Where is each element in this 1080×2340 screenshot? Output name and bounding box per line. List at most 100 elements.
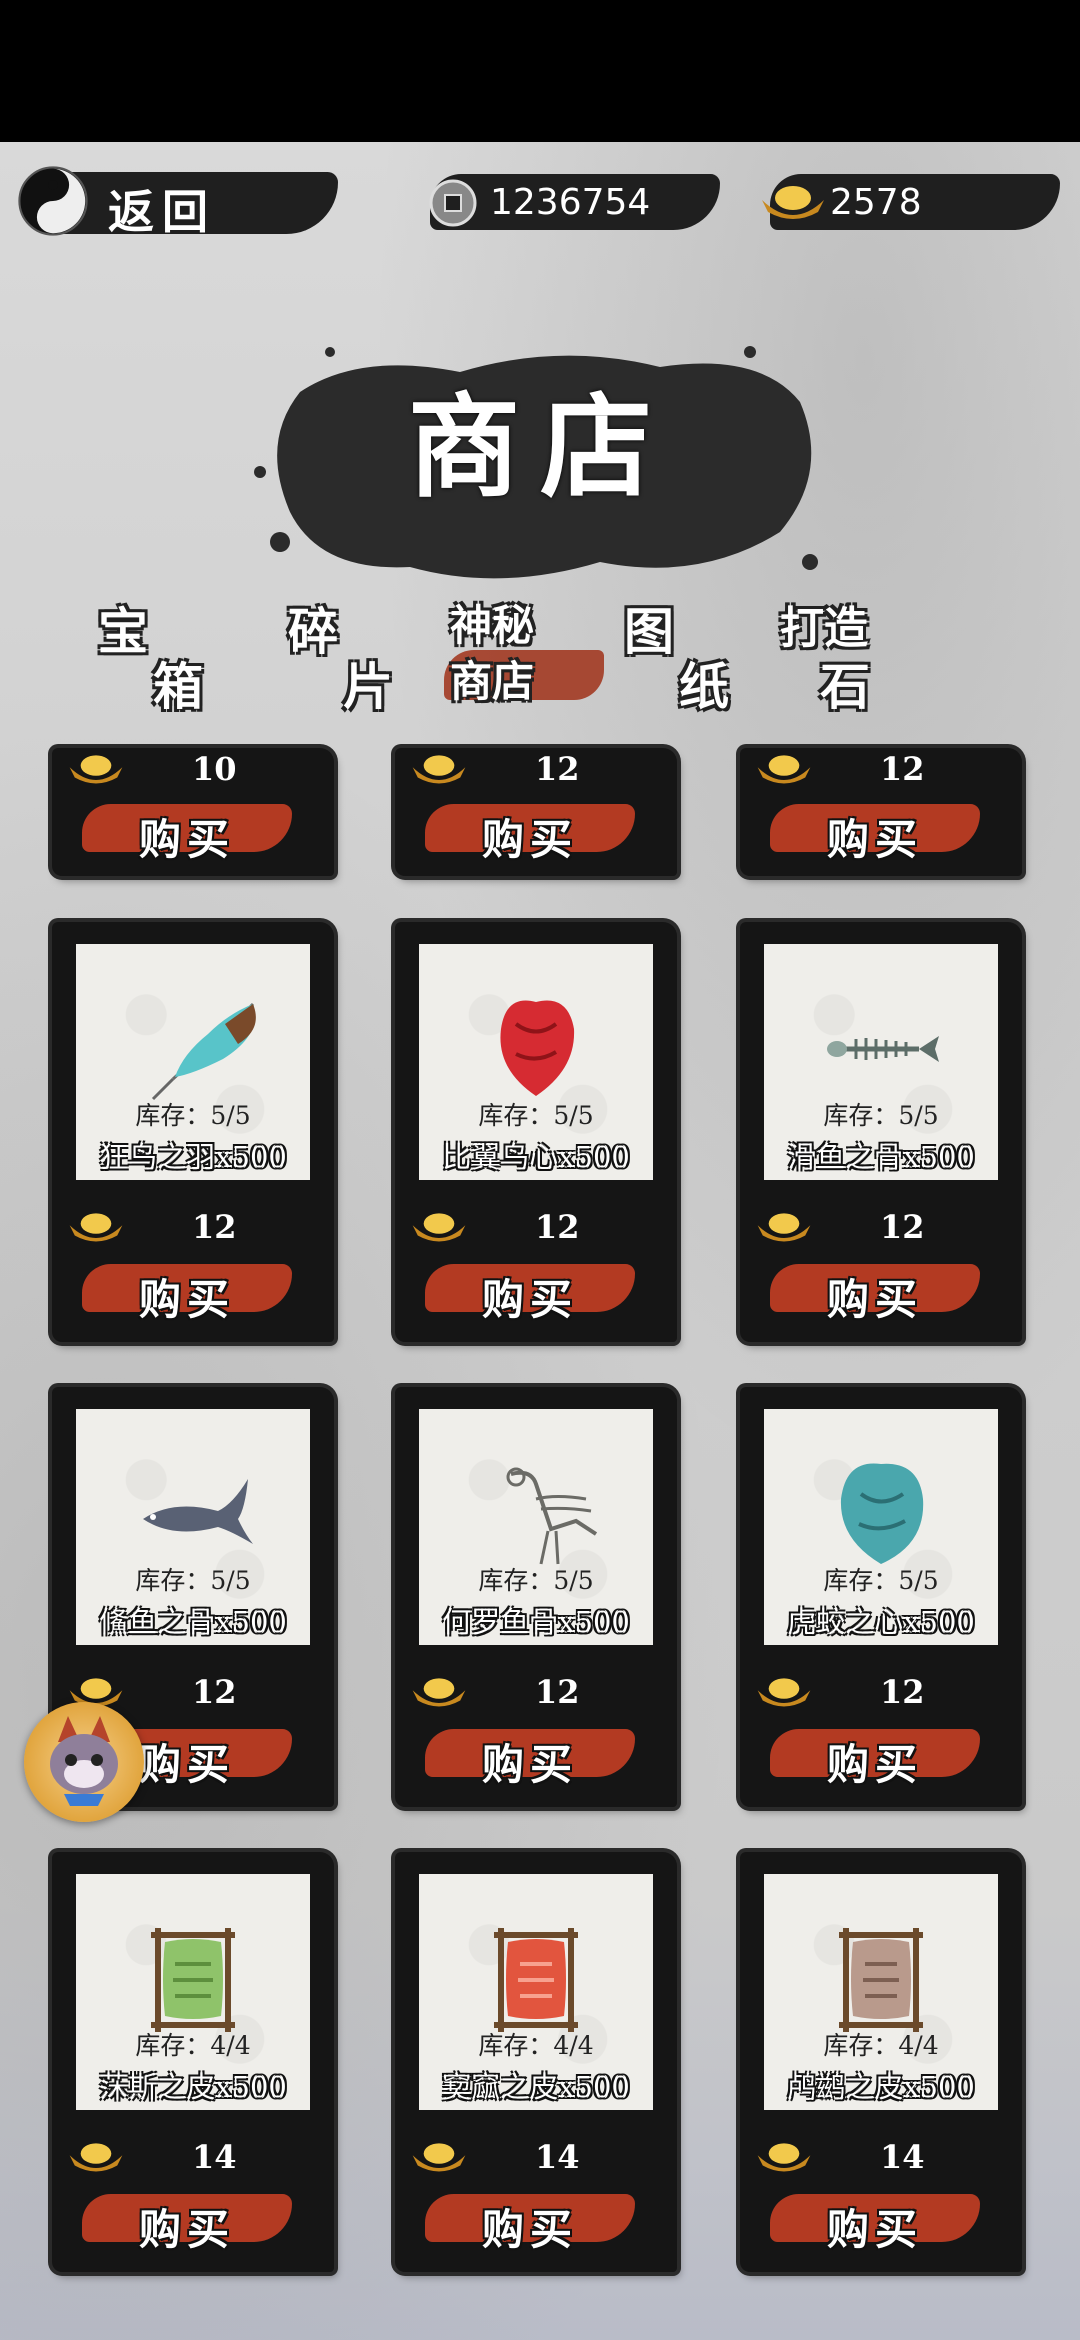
- price-row: 14: [740, 2138, 1022, 2178]
- gold-ingot-icon: [412, 1213, 466, 1242]
- price: 12: [535, 750, 580, 788]
- tab-mystery-shop[interactable]: 神秘 商店: [444, 592, 604, 712]
- buy-label: 购买: [138, 815, 235, 864]
- gold-ingot-icon: [762, 186, 824, 219]
- tab-chest[interactable]: 宝 箱: [98, 592, 248, 716]
- buy-button[interactable]: 购买: [770, 2188, 980, 2254]
- price-row: 12: [395, 750, 677, 790]
- price: 14: [535, 2138, 580, 2176]
- price-row: 14: [395, 2138, 677, 2178]
- shop-card-partial: 12 购买: [395, 748, 677, 876]
- red-hide-icon: [494, 1928, 578, 2032]
- gold-ingot-icon: [757, 755, 811, 784]
- shop-card-partial: 12 购买: [740, 748, 1022, 876]
- item-name: 比翼鸟心x500: [442, 1140, 630, 1174]
- price: 12: [880, 1208, 925, 1246]
- shop-item-card: 库存：4/4 莯斯之皮x500 14 购买: [52, 1852, 334, 2272]
- item-stock: 库存：4/4: [478, 2031, 594, 2060]
- item-name: 滑鱼之骨x500: [787, 1140, 975, 1174]
- tab-chest-line1: 宝: [98, 602, 148, 661]
- shop-item-card: 库存：5/5 狂鸟之羽x500 12 购买: [52, 922, 334, 1342]
- item-frame: 库存：4/4 鸬鹚之皮x500: [764, 1874, 998, 2110]
- buy-button[interactable]: 购买: [425, 1258, 635, 1324]
- shop-item-card: 库存：5/5 何罗鱼骨x500 12 购买: [395, 1387, 677, 1807]
- buy-label: 购买: [481, 1275, 578, 1324]
- gold-ingot-icon: [69, 755, 123, 784]
- item-stock: 库存：5/5: [478, 1566, 594, 1595]
- price: 12: [192, 1208, 237, 1246]
- gold-ingot-icon: [757, 2143, 811, 2172]
- item-frame: 库存：5/5 滑鱼之骨x500: [764, 944, 998, 1180]
- yin-yang-icon: [18, 166, 88, 236]
- back-label: 返回: [108, 185, 216, 239]
- buy-button[interactable]: 购买: [770, 798, 980, 864]
- item-stock: 库存：5/5: [823, 1101, 939, 1130]
- item-frame: 库存：5/5 虎蛟之心x500: [764, 1409, 998, 1645]
- shop-screen: 返回 1236754 2578 商店 宝 箱 碎 片 神秘 商店 图 纸 打造 …: [0, 142, 1080, 2340]
- buy-button[interactable]: 购买: [770, 1723, 980, 1789]
- price: 12: [535, 1208, 580, 1246]
- item-stock: 库存：4/4: [135, 2031, 251, 2060]
- tab-blueprint[interactable]: 图 纸: [624, 592, 774, 716]
- tab-forge-line2: 石: [820, 657, 870, 716]
- tab-forge-stone[interactable]: 打造 石: [780, 592, 930, 716]
- buy-label: 购买: [826, 2205, 923, 2254]
- item-frame: 库存：5/5 狂鸟之羽x500: [76, 944, 310, 1180]
- buy-label: 购买: [138, 1275, 235, 1324]
- item-frame: 库存：5/5 比翼鸟心x500: [419, 944, 653, 1180]
- item-name: 狂鸟之羽x500: [99, 1140, 287, 1174]
- item-name: 鯈鱼之骨x500: [99, 1605, 287, 1639]
- back-button[interactable]: 返回: [18, 164, 338, 239]
- buy-button[interactable]: 购买: [82, 2188, 292, 2254]
- item-frame: 库存：4/4 窫窳之皮x500: [419, 1874, 653, 2110]
- price: 14: [192, 2138, 237, 2176]
- price-row: 12: [52, 1208, 334, 1248]
- buy-label: 购买: [826, 1275, 923, 1324]
- buy-button[interactable]: 购买: [82, 798, 292, 864]
- item-name: 窫窳之皮x500: [442, 2070, 630, 2104]
- buy-button[interactable]: 购买: [425, 2188, 635, 2254]
- shop-item-card: 库存：4/4 窫窳之皮x500 14 购买: [395, 1852, 677, 2272]
- item-stock: 库存：5/5: [478, 1101, 594, 1130]
- shop-item-card: 库存：4/4 鸬鹚之皮x500 14 购买: [740, 1852, 1022, 2272]
- fox-mascot-icon: [50, 1716, 118, 1806]
- buy-label: 购买: [481, 815, 578, 864]
- tab-blueprint-line1: 图: [624, 602, 674, 661]
- tab-blueprint-line2: 纸: [679, 657, 729, 716]
- tab-fragment[interactable]: 碎 片: [288, 592, 438, 716]
- coin-counter: 1236754: [420, 174, 720, 234]
- shop-card-partial: 10 购买: [52, 748, 334, 876]
- buy-button[interactable]: 购买: [425, 798, 635, 864]
- tab-fragment-line2: 片: [343, 657, 393, 716]
- bird-skeleton-icon: [506, 1467, 598, 1565]
- price: 14: [880, 2138, 925, 2176]
- price: 12: [880, 750, 925, 788]
- item-frame: 库存：5/5 鯈鱼之骨x500: [76, 1409, 310, 1645]
- buy-button[interactable]: 购买: [82, 1258, 292, 1324]
- buy-button[interactable]: 购买: [425, 1723, 635, 1789]
- price: 12: [535, 1673, 580, 1711]
- gold-ingot-icon: [757, 1213, 811, 1242]
- tab-chest-line2: 箱: [153, 657, 203, 716]
- gold-ingot-icon: [69, 1213, 123, 1242]
- item-stock: 库存：5/5: [135, 1566, 251, 1595]
- item-frame: 库存：4/4 莯斯之皮x500: [76, 1874, 310, 2110]
- item-frame: 库存：5/5 何罗鱼骨x500: [419, 1409, 653, 1645]
- item-name: 鸬鹚之皮x500: [787, 2070, 975, 2104]
- price-row: 12: [740, 750, 1022, 790]
- price-row: 12: [395, 1208, 677, 1248]
- teal-heart-icon: [840, 1463, 924, 1564]
- red-heart-icon: [500, 1000, 575, 1096]
- buy-label: 购买: [826, 815, 923, 864]
- item-stock: 库存：4/4: [823, 2031, 939, 2060]
- gold-ingot-icon: [412, 1678, 466, 1707]
- price-row: 12: [740, 1208, 1022, 1248]
- shop-item-card: 库存：5/5 虎蛟之心x500 12 购买: [740, 1387, 1022, 1807]
- buy-button[interactable]: 购买: [770, 1258, 980, 1324]
- green-hide-icon: [151, 1928, 235, 2032]
- fish-icon: [143, 1479, 253, 1544]
- buy-label: 购买: [138, 2205, 235, 2254]
- assistant-avatar-button[interactable]: [24, 1702, 144, 1822]
- gold-ingot-icon: [412, 755, 466, 784]
- tab-fragment-line1: 碎: [288, 602, 338, 661]
